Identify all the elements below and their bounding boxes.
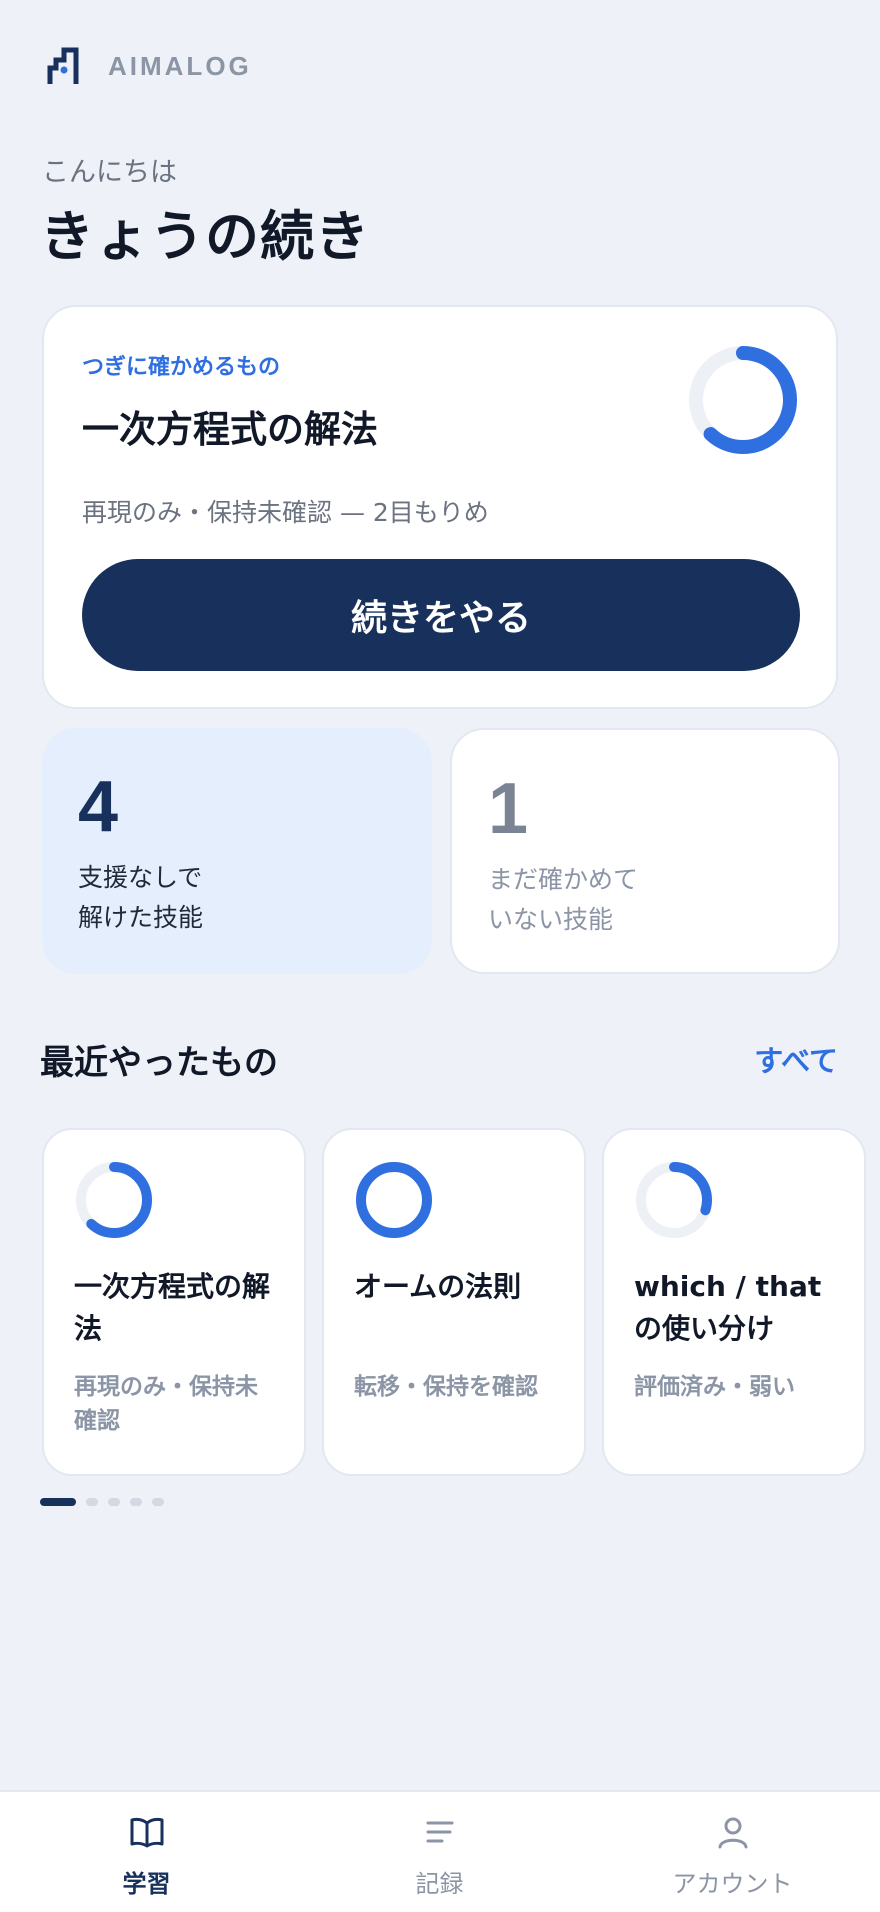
progress-ring-icon [636, 1162, 712, 1238]
stat-value: 4 [78, 767, 119, 847]
list-icon [426, 1821, 453, 1843]
bottom-navigation: 学習 記録 アカウント [0, 1790, 880, 1912]
next-skill-title: 一次方程式の解法 [82, 408, 378, 451]
pagination-dot[interactable] [108, 1498, 120, 1506]
ring-progress [356, 1162, 432, 1238]
recent-item-title: オームの法則 [354, 1270, 522, 1303]
progress-ring-icon [76, 1162, 152, 1238]
recent-item-title: 一次方程式の解法 [74, 1270, 271, 1345]
nav-item-study[interactable]: 学習 [0, 1812, 293, 1902]
stat-value: 1 [488, 769, 529, 849]
progress-ring-icon [356, 1162, 432, 1238]
stat-label-line: 解けた技能 [78, 903, 204, 932]
stat-card-solved[interactable]: 4 支援なしで 解けた技能 [42, 728, 432, 974]
recent-item-card[interactable]: オームの法則 転移・保持を確認 [322, 1128, 586, 1476]
section-title-recent: 最近やったもの [40, 1043, 278, 1083]
greeting-text: こんにちは [42, 157, 177, 188]
nav-item-account[interactable]: アカウント [586, 1812, 879, 1902]
next-skill-card: つぎに確かめるもの 一次方程式の解法 再現のみ・保持未確認 — 2目もりめ 続き… [42, 305, 838, 709]
stat-label-line: いない技能 [488, 905, 614, 934]
stat-label-line: 支援なしで [78, 863, 203, 892]
pagination-dot[interactable] [40, 1498, 76, 1506]
user-icon [718, 1817, 747, 1849]
stat-label: 支援なしで 解けた技能 [78, 858, 203, 938]
nav-item-records[interactable]: 記録 [293, 1812, 586, 1902]
recent-item-status: 転移・保持を確認 [354, 1374, 538, 1400]
pagination-dot[interactable] [130, 1498, 142, 1506]
page-title: きょうの続き [40, 205, 370, 268]
carousel-pagination[interactable] [40, 1498, 174, 1506]
stat-card-unverified[interactable]: 1 まだ確かめて いない技能 [450, 728, 840, 974]
pagination-dot[interactable] [152, 1498, 164, 1506]
recent-item-title: which / that の使い分け [634, 1270, 822, 1345]
nav-label: 学習 [122, 1870, 171, 1898]
stat-label: まだ確かめて いない技能 [488, 860, 638, 940]
app-header: AIMALOG [46, 46, 252, 86]
progress-ring-icon [689, 346, 797, 454]
see-all-link[interactable]: すべて [754, 1038, 838, 1080]
next-skill-label: つぎに確かめるもの [82, 355, 281, 380]
pagination-dot[interactable] [86, 1498, 98, 1506]
nav-label: アカウント [672, 1870, 793, 1898]
book-icon [130, 1817, 163, 1848]
recent-item-status: 評価済み・弱い [634, 1374, 795, 1400]
continue-button[interactable]: 続きをやる [82, 559, 800, 671]
nav-label: 記録 [415, 1870, 464, 1898]
brand-name: AIMALOG [108, 50, 252, 81]
recent-item-status: 再現のみ・保持未確認 [74, 1374, 258, 1434]
recent-item-card[interactable]: 一次方程式の解法 再現のみ・保持未確認 [42, 1128, 306, 1476]
recent-item-card[interactable]: which / that の使い分け 評価済み・弱い [602, 1128, 866, 1476]
stat-label-line: まだ確かめて [488, 865, 639, 894]
logo-icon [47, 47, 79, 84]
next-skill-status: 再現のみ・保持未確認 — 2目もりめ [82, 498, 489, 527]
